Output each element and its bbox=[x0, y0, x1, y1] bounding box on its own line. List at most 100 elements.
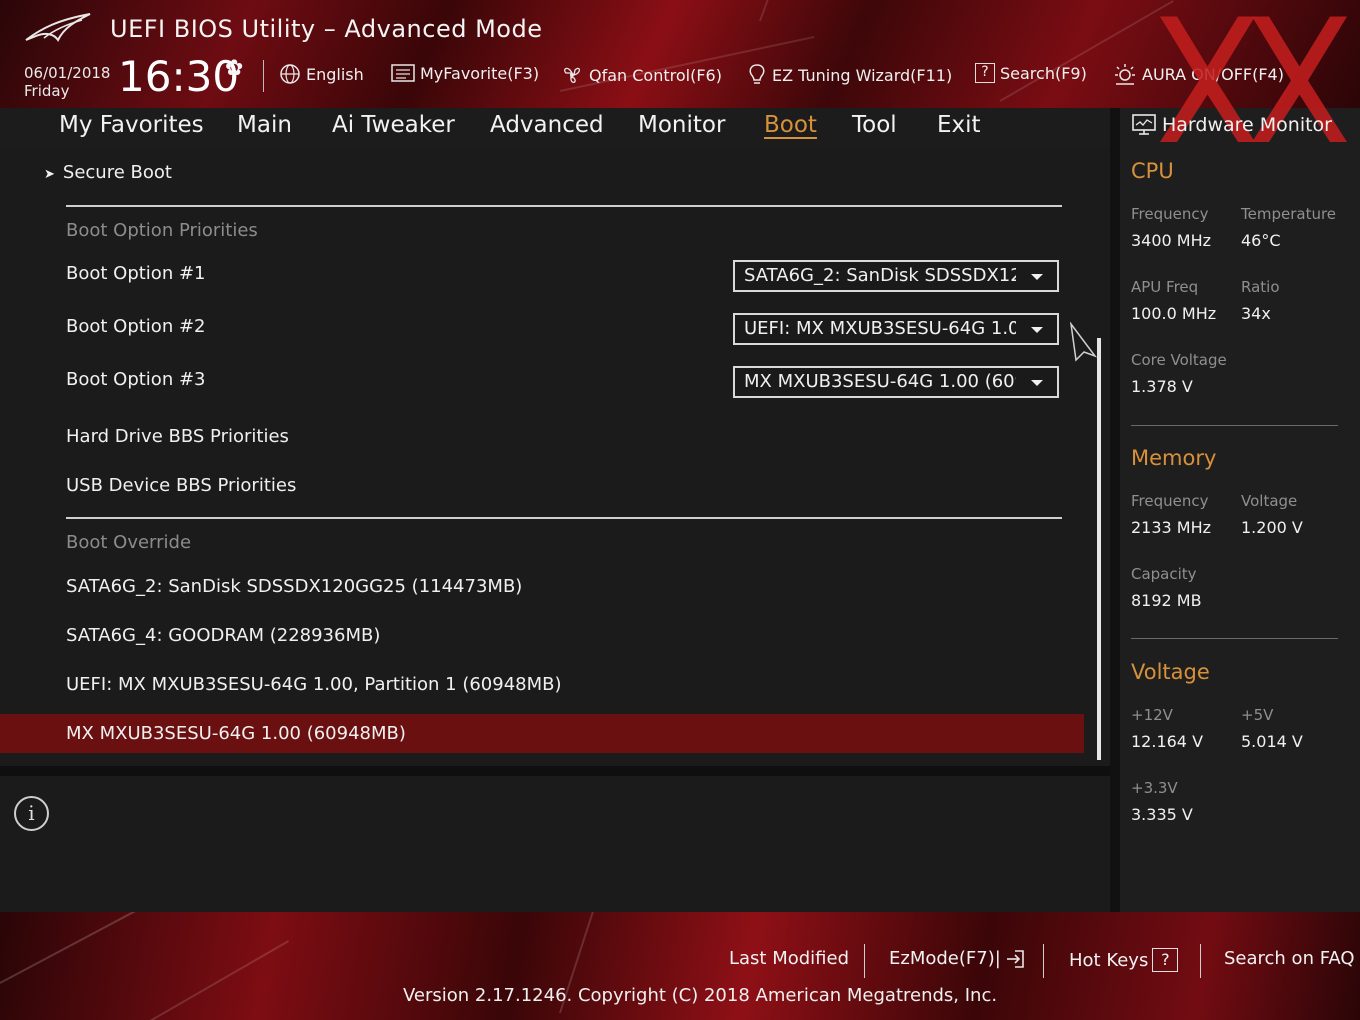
tab-tool[interactable]: Tool bbox=[852, 112, 897, 138]
help-panel bbox=[0, 776, 1110, 912]
boot-option-3-select[interactable]: MX MXUB3SESU-64G 1.00 (60948MB) bbox=[733, 366, 1059, 398]
hdd-bbs-priorities[interactable]: Hard Drive BBS Priorities bbox=[66, 426, 289, 447]
ratio-value: 34x bbox=[1241, 304, 1271, 323]
boot-override-item[interactable]: UEFI: MX MXUB3SESU-64G 1.00, Partition 1… bbox=[66, 674, 562, 695]
boot-option-3-value: MX MXUB3SESU-64G 1.00 (60948MB) bbox=[744, 371, 1016, 392]
qfan-label: Qfan Control(F6) bbox=[589, 65, 722, 85]
mem-voltage-label: Voltage bbox=[1241, 492, 1298, 510]
ratio-label: Ratio bbox=[1241, 278, 1280, 296]
globe-icon bbox=[280, 64, 300, 84]
decor-streak bbox=[0, 912, 213, 984]
boot-override-heading: Boot Override bbox=[66, 532, 192, 553]
memory-heading: Memory bbox=[1131, 446, 1217, 470]
footer-divider bbox=[1200, 944, 1201, 978]
secure-boot-label: Secure Boot bbox=[62, 162, 172, 183]
v5-value: 5.014 V bbox=[1241, 732, 1303, 751]
boot-option-3-label: Boot Option #3 bbox=[66, 369, 206, 390]
ezmode-label: EzMode(F7)| bbox=[889, 948, 1001, 969]
boot-override-item[interactable]: SATA6G_2: SanDisk SDSSDX120GG25 (114473M… bbox=[66, 576, 522, 597]
boot-option-1-select[interactable]: SATA6G_2: SanDisk SDSSDX120GG25 (114473M… bbox=[733, 260, 1059, 292]
info-icon: i bbox=[14, 796, 49, 831]
myfavorite-button[interactable]: MyFavorite(F3) bbox=[391, 63, 539, 83]
main-nav: My Favorites Main Ai Tweaker Advanced Mo… bbox=[0, 108, 1110, 148]
mouse-cursor-icon bbox=[1069, 322, 1098, 362]
tab-main[interactable]: Main bbox=[237, 112, 292, 138]
usb-bbs-priorities[interactable]: USB Device BBS Priorities bbox=[66, 475, 296, 496]
mem-voltage-value: 1.200 V bbox=[1241, 518, 1303, 537]
header-divider bbox=[263, 60, 264, 92]
cpu-heading: CPU bbox=[1131, 159, 1174, 183]
ez-tuning-button[interactable]: EZ Tuning Wizard(F11) bbox=[747, 63, 952, 87]
fan-icon bbox=[564, 67, 581, 84]
exit-arrow-icon bbox=[1006, 949, 1024, 968]
date-text: 06/01/2018 bbox=[24, 64, 111, 82]
search-label: Search(F9) bbox=[1000, 63, 1087, 83]
aura-light-icon bbox=[1115, 64, 1135, 85]
decor-streak bbox=[149, 940, 290, 1020]
monitor-icon bbox=[1132, 114, 1156, 135]
panel-divider bbox=[1110, 108, 1120, 912]
boot-option-1-value: SATA6G_2: SanDisk SDSSDX120GG25 (114473M… bbox=[744, 265, 1016, 286]
boot-override-item-selected[interactable]: MX MXUB3SESU-64G 1.00 (60948MB) bbox=[66, 723, 406, 744]
app-title: UEFI BIOS Utility – Advanced Mode bbox=[110, 15, 543, 43]
apu-freq-label: APU Freq bbox=[1131, 278, 1199, 296]
favorite-list-icon bbox=[391, 64, 415, 82]
panel-gap bbox=[0, 766, 1110, 776]
clock-time: 16:30 bbox=[118, 52, 240, 101]
hw-divider bbox=[1131, 425, 1338, 426]
gear-icon[interactable]: ✿ bbox=[225, 56, 243, 81]
day-text: Friday bbox=[24, 82, 70, 100]
search-button[interactable]: ? Search(F9) bbox=[975, 63, 1087, 83]
tab-exit[interactable]: Exit bbox=[937, 112, 981, 138]
boot-option-2-select[interactable]: UEFI: MX MXUB3SESU-64G 1.00, Partition 1… bbox=[733, 313, 1059, 345]
hw-divider bbox=[1131, 638, 1338, 639]
boot-option-2-label: Boot Option #2 bbox=[66, 316, 206, 337]
v12-label: +12V bbox=[1131, 706, 1173, 724]
myfavorite-label: MyFavorite(F3) bbox=[420, 63, 540, 83]
ez-tuning-label: EZ Tuning Wizard(F11) bbox=[772, 65, 953, 85]
mem-capacity-value: 8192 MB bbox=[1131, 591, 1202, 610]
search-faq-button[interactable]: Search on FAQ bbox=[1224, 948, 1355, 969]
v33-label: +3.3V bbox=[1131, 779, 1178, 797]
cpu-frequency-value: 3400 MHz bbox=[1131, 231, 1212, 250]
dropdown-arrow-icon bbox=[1031, 327, 1043, 333]
cpu-frequency-label: Frequency bbox=[1131, 205, 1209, 223]
v12-value: 12.164 V bbox=[1131, 732, 1204, 751]
question-box-icon: ? bbox=[975, 63, 995, 83]
tab-advanced[interactable]: Advanced bbox=[490, 112, 604, 138]
tab-monitor[interactable]: Monitor bbox=[638, 112, 725, 138]
chevron-right-icon: ➤ bbox=[44, 167, 55, 182]
cpu-temperature-label: Temperature bbox=[1241, 205, 1337, 223]
hw-monitor-title: Hardware Monitor bbox=[1132, 114, 1332, 136]
ezmode-button[interactable]: EzMode(F7)| bbox=[889, 948, 1025, 969]
footer-divider bbox=[1043, 944, 1044, 978]
section-divider bbox=[66, 517, 1062, 519]
boot-priorities-heading: Boot Option Priorities bbox=[66, 220, 258, 241]
hw-monitor-title-text: Hardware Monitor bbox=[1162, 114, 1332, 136]
content-scrollbar[interactable] bbox=[1097, 338, 1101, 760]
core-voltage-label: Core Voltage bbox=[1131, 351, 1227, 369]
rog-logo-icon bbox=[25, 13, 91, 42]
v33-value: 3.335 V bbox=[1131, 805, 1193, 824]
voltage-heading: Voltage bbox=[1131, 660, 1210, 684]
dropdown-arrow-icon bbox=[1031, 274, 1043, 280]
decor-streak bbox=[999, 0, 1174, 102]
boot-override-item[interactable]: SATA6G_4: GOODRAM (228936MB) bbox=[66, 625, 380, 646]
mem-capacity-label: Capacity bbox=[1131, 565, 1197, 583]
tab-boot[interactable]: Boot bbox=[764, 112, 817, 138]
qfan-control-button[interactable]: Qfan Control(F6) bbox=[560, 63, 722, 87]
secure-boot-submenu[interactable]: ➤ Secure Boot bbox=[44, 162, 172, 183]
boot-option-1-label: Boot Option #1 bbox=[66, 263, 206, 284]
mem-frequency-label: Frequency bbox=[1131, 492, 1209, 510]
hot-keys-button[interactable]: Hot Keys ? bbox=[1069, 948, 1179, 972]
mem-frequency-value: 2133 MHz bbox=[1131, 518, 1212, 537]
last-modified-button[interactable]: Last Modified bbox=[729, 948, 849, 969]
tab-ai-tweaker[interactable]: Ai Tweaker bbox=[332, 112, 455, 138]
hot-keys-label: Hot Keys bbox=[1069, 949, 1149, 971]
lightbulb-icon bbox=[749, 64, 765, 84]
question-box-icon: ? bbox=[1152, 948, 1179, 972]
footer-divider bbox=[864, 944, 865, 978]
cpu-temperature-value: 46°C bbox=[1241, 231, 1281, 250]
language-button[interactable]: English bbox=[279, 63, 364, 85]
tab-my-favorites[interactable]: My Favorites bbox=[59, 112, 204, 138]
